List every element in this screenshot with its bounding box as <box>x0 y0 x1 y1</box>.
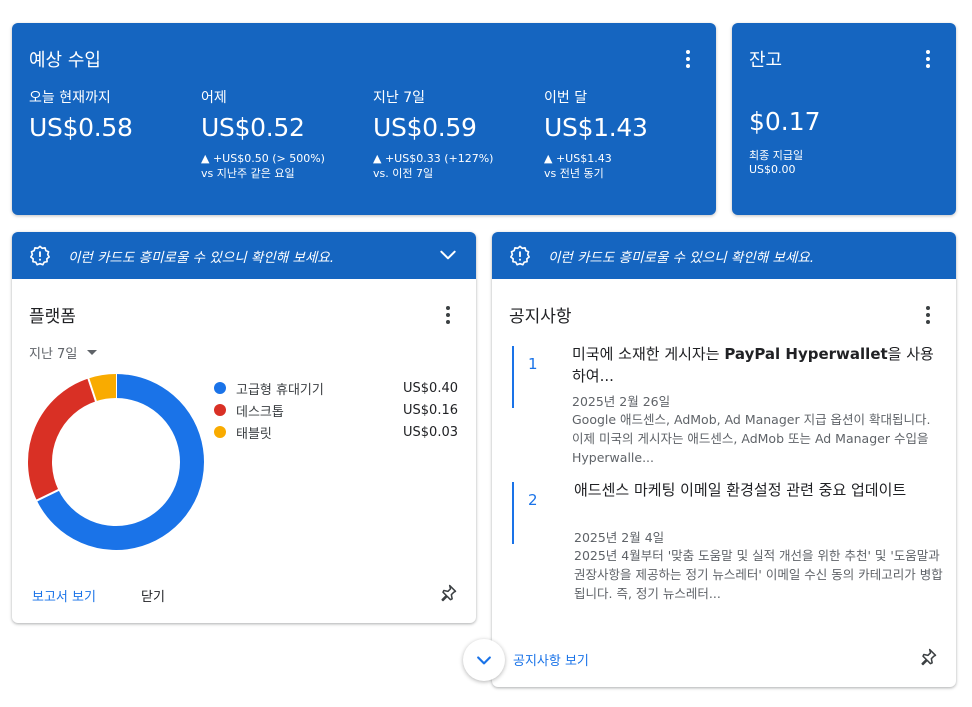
last-payment-amount: US$0.00 <box>749 163 796 176</box>
legend-row: 태블릿 US$0.03 <box>214 421 458 443</box>
suggestion-banner: 이런 카드도 흥미로울 수 있으니 확인해 보세요. <box>12 232 476 279</box>
legend-dot <box>214 382 226 394</box>
lightbulb-badge-icon <box>30 245 50 266</box>
metric-value: US$1.43 <box>544 113 648 142</box>
notice-body: 2025년 4월부터 '맞춤 도움말 및 실적 개선을 위한 추천' 및 '도움… <box>574 548 943 601</box>
metric-value: US$0.58 <box>29 113 133 142</box>
metric-value: US$0.59 <box>373 113 477 142</box>
metric-value: US$0.52 <box>201 113 305 142</box>
notice-date: 2025년 2월 26일 <box>572 394 671 409</box>
lightbulb-badge-icon <box>510 245 530 266</box>
expand-button[interactable] <box>463 639 505 681</box>
earnings-title: 예상 수입 <box>29 50 101 71</box>
metric-label: 이번 달 <box>544 90 588 106</box>
notice-accent-bar <box>512 482 514 544</box>
metric-delta: ▲ +US$0.33 (+127%) <box>373 152 494 165</box>
notice-title[interactable]: 애드센스 마케팅 이메일 환경설정 관련 중요 업데이트 <box>574 479 944 501</box>
balance-card: 잔고 $0.17 최종 지급일 US$0.00 <box>732 23 956 215</box>
legend-value: US$0.16 <box>403 402 458 418</box>
notice-body: Google 애드센스, AdMob, Ad Manager 지급 옵션이 확대… <box>572 412 931 465</box>
metric-label: 오늘 현재까지 <box>29 90 111 106</box>
legend-name: 고급형 휴대기기 <box>236 382 324 398</box>
pin-icon[interactable] <box>918 647 938 667</box>
balance-more-icon[interactable] <box>916 47 940 71</box>
notice-number: 1 <box>528 355 538 373</box>
legend-name: 태블릿 <box>236 426 272 442</box>
earnings-card: 예상 수입 오늘 현재까지 US$0.58 어제 US$0.52 ▲ +US$0… <box>12 23 716 215</box>
metric-label: 어제 <box>201 90 227 106</box>
legend-name: 데스크톱 <box>236 404 284 420</box>
balance-value: $0.17 <box>749 107 821 136</box>
metric-today: 오늘 현재까지 US$0.58 <box>29 87 199 142</box>
legend-row: 고급형 휴대기기 US$0.40 <box>214 377 458 399</box>
metric-last-7-days: 지난 7일 US$0.59 ▲ +US$0.33 (+127%) vs. 이전 … <box>373 87 543 181</box>
caret-down-icon <box>87 350 98 355</box>
notice-number: 2 <box>528 491 538 509</box>
platform-donut-chart <box>28 373 204 550</box>
platform-card: 이런 카드도 흥미로울 수 있으니 확인해 보세요. 플랫폼 지난 7일 고급형… <box>12 232 476 623</box>
notice-title[interactable]: 미국에 소재한 게시자는 PayPal Hyperwallet을 사용하여... <box>572 343 944 387</box>
chart-legend: 고급형 휴대기기 US$0.40 데스크톱 US$0.16 태블릿 US$0.0… <box>214 377 458 443</box>
notices-more-icon[interactable] <box>916 303 940 327</box>
close-button[interactable]: 닫기 <box>141 586 165 605</box>
date-range-dropdown[interactable]: 지난 7일 <box>29 343 98 362</box>
balance-title: 잔고 <box>749 50 783 71</box>
notices-title: 공지사항 <box>509 307 572 327</box>
metric-label: 지난 7일 <box>373 90 425 106</box>
legend-value: US$0.40 <box>403 380 458 396</box>
view-report-link[interactable]: 보고서 보기 <box>32 586 96 605</box>
platform-title: 플랫폼 <box>29 307 76 327</box>
notice-date: 2025년 2월 4일 <box>574 530 665 545</box>
metric-delta: ▲ +US$1.43 <box>544 152 612 165</box>
metric-comparison: vs. 이전 7일 <box>373 167 434 180</box>
view-notices-link[interactable]: 공지사항 보기 <box>513 650 589 669</box>
metric-comparison: vs 지난주 같은 요일 <box>201 167 295 180</box>
banner-text: 이런 카드도 흥미로울 수 있으니 확인해 보세요. <box>548 249 815 266</box>
chevron-down-icon <box>477 656 491 665</box>
date-range-label: 지난 7일 <box>29 347 78 362</box>
notices-card: 이런 카드도 흥미로울 수 있으니 확인해 보세요. 공지사항 1 미국에 소재… <box>492 232 956 687</box>
donut-slice-3 <box>88 374 117 402</box>
metric-delta: ▲ +US$0.50 (> 500%) <box>201 152 325 165</box>
banner-text: 이런 카드도 흥미로울 수 있으니 확인해 보세요. <box>68 249 335 266</box>
legend-dot <box>214 426 226 438</box>
legend-row: 데스크톱 US$0.16 <box>214 399 458 421</box>
metric-yesterday: 어제 US$0.52 ▲ +US$0.50 (> 500%) vs 지난주 같은… <box>201 87 371 181</box>
pin-icon[interactable] <box>438 583 458 603</box>
notice-accent-bar <box>512 346 514 408</box>
last-payment-label: 최종 지급일 <box>749 149 804 162</box>
legend-value: US$0.03 <box>403 424 458 440</box>
earnings-more-icon[interactable] <box>676 47 700 71</box>
donut-slice-2 <box>28 378 97 501</box>
metric-comparison: vs 전년 동기 <box>544 167 604 180</box>
chevron-down-icon[interactable] <box>438 245 458 265</box>
platform-more-icon[interactable] <box>436 303 460 327</box>
suggestion-banner: 이런 카드도 흥미로울 수 있으니 확인해 보세요. <box>492 232 956 279</box>
legend-dot <box>214 404 226 416</box>
metric-this-month: 이번 달 US$1.43 ▲ +US$1.43 vs 전년 동기 <box>544 87 714 181</box>
